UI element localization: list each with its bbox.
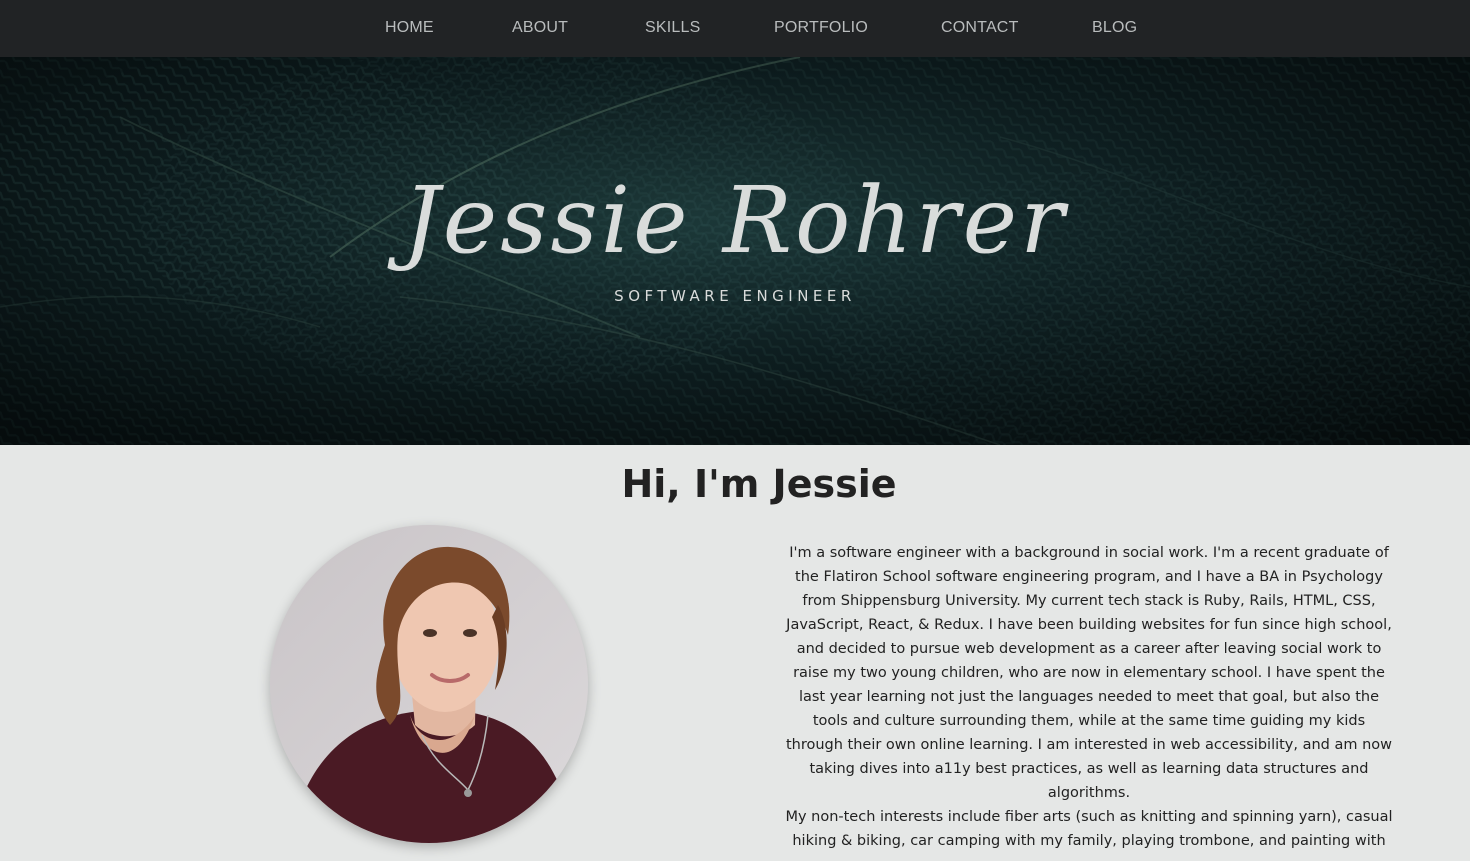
profile-photo [270, 525, 588, 843]
hero-banner: Jessie Rohrer SOFTWARE ENGINEER [0, 57, 1470, 445]
hero-name-logo: Jessie Rohrer [402, 167, 1068, 274]
top-navigation: HOME ABOUT SKILLS PORTFOLIO CONTACT BLOG [0, 0, 1470, 57]
about-heading: Hi, I'm Jessie [621, 462, 897, 506]
hero-subtitle: SOFTWARE ENGINEER [614, 287, 856, 305]
nav-link-contact[interactable]: CONTACT [941, 19, 1019, 37]
nav-link-skills[interactable]: SKILLS [645, 19, 700, 37]
nav-link-home[interactable]: HOME [385, 19, 434, 37]
about-bio: I'm a software engineer with a backgroun… [783, 541, 1395, 853]
bio-paragraph: I'm a software engineer with a backgroun… [785, 545, 1393, 801]
bio-paragraph: My non-tech interests include fiber arts… [785, 809, 1393, 849]
nav-link-portfolio[interactable]: PORTFOLIO [774, 19, 868, 37]
nav-link-about[interactable]: ABOUT [512, 19, 568, 37]
portrait-illustration [270, 525, 588, 843]
nav-link-blog[interactable]: BLOG [1092, 19, 1137, 37]
